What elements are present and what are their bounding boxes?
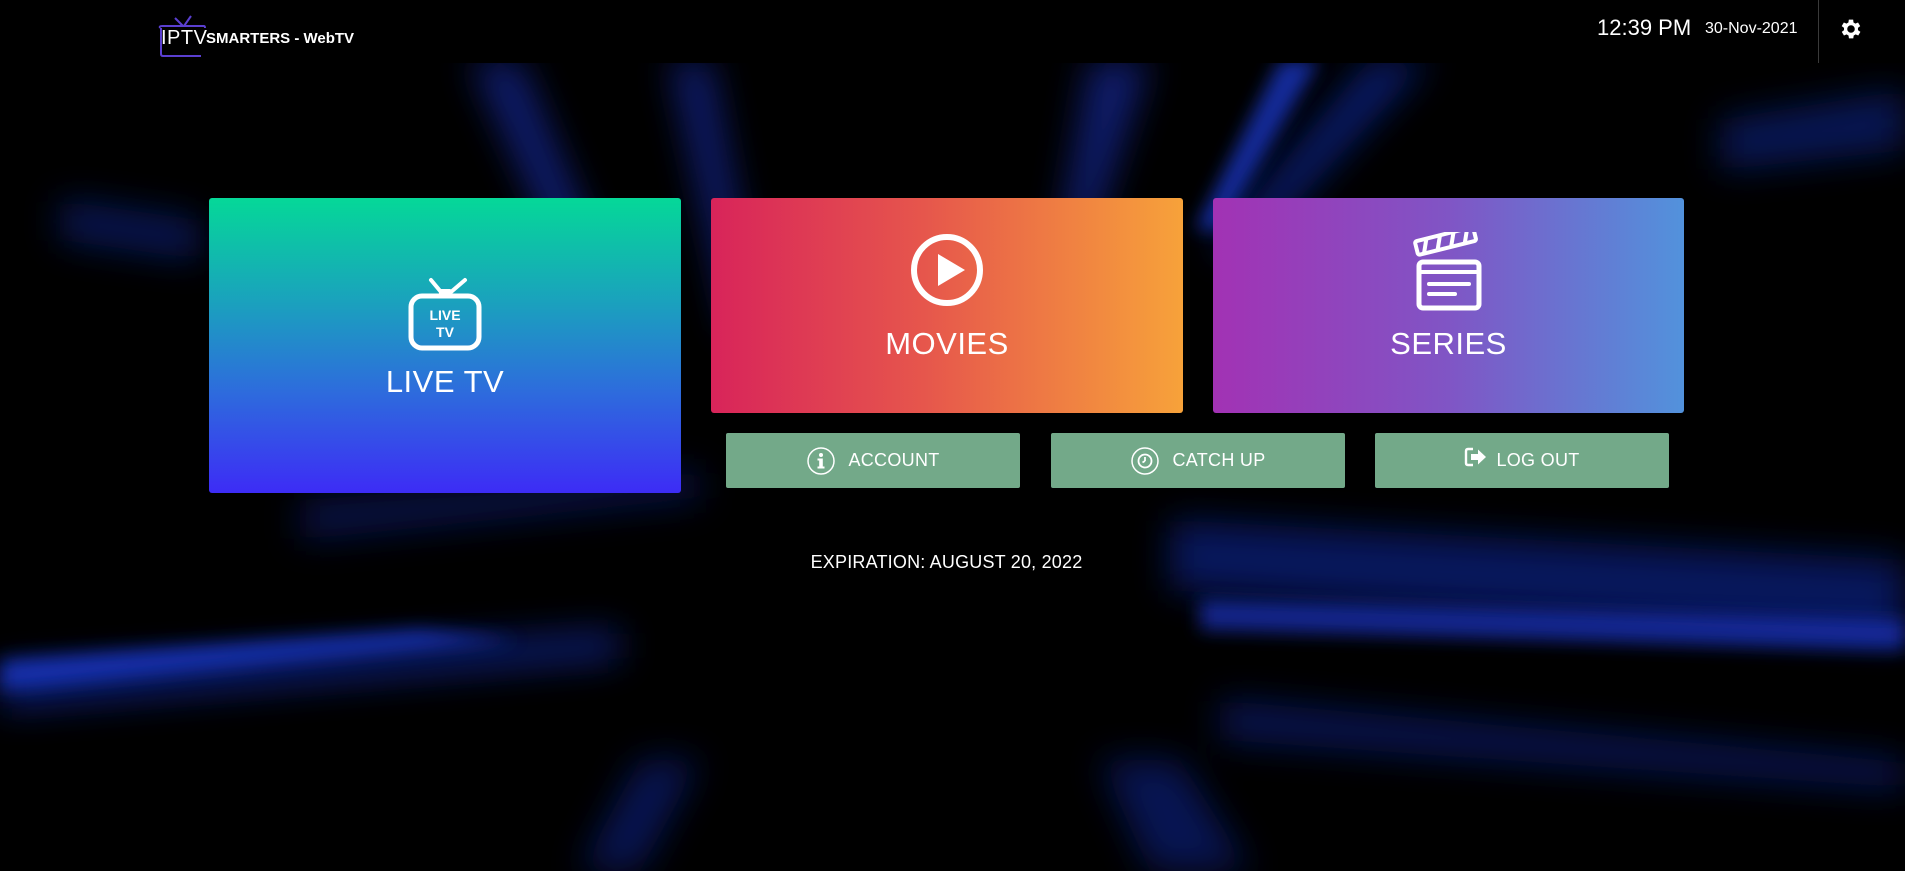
series-tile[interactable]: SERIES — [1213, 198, 1684, 413]
account-label: ACCOUNT — [848, 450, 940, 470]
catch-up-label: CATCH UP — [1172, 450, 1266, 470]
movies-tile[interactable]: MOVIES — [711, 198, 1183, 413]
home-screen: IPTV SMARTERS - WebTV 12:39 PM 30-Nov-20… — [0, 0, 1905, 871]
series-label: SERIES — [1390, 326, 1507, 361]
sign-out-icon — [1465, 447, 1487, 466]
live-tv-label: LIVE TV — [385, 364, 505, 399]
catch-up-button[interactable]: CATCH UP — [1051, 433, 1345, 488]
log-out-label: LOG OUT — [1496, 450, 1580, 470]
live-tv-icon-text-top: LIVE — [429, 307, 460, 323]
clock-icon — [1131, 446, 1160, 475]
info-icon — [807, 446, 836, 475]
logo-iptv-text: IPTV — [161, 27, 208, 49]
live-tv-icon-text-bottom: TV — [436, 324, 455, 340]
top-bar: IPTV SMARTERS - WebTV 12:39 PM 30-Nov-20… — [0, 0, 1905, 63]
account-button[interactable]: ACCOUNT — [726, 433, 1020, 488]
header-divider — [1818, 0, 1819, 63]
live-tv-tile[interactable]: LIVE TV LIVE TV — [209, 198, 681, 493]
live-tv-icon: LIVE TV — [408, 278, 482, 351]
log-out-button[interactable]: LOG OUT — [1375, 433, 1669, 488]
gear-icon — [1841, 19, 1861, 39]
app-logo[interactable]: IPTV SMARTERS - WebTV — [157, 6, 367, 58]
clapperboard-icon — [1412, 232, 1481, 311]
movies-label: MOVIES — [885, 326, 1009, 361]
logo-brand-text: SMARTERS - WebTV — [206, 30, 355, 47]
expiration-text: EXPIRATION: AUGUST 20, 2022 — [810, 552, 1083, 572]
clock-date: 30-Nov-2021 — [1705, 20, 1798, 37]
clock-time: 12:39 PM — [1597, 15, 1692, 40]
play-icon — [911, 234, 983, 306]
settings-button[interactable] — [1838, 16, 1864, 42]
